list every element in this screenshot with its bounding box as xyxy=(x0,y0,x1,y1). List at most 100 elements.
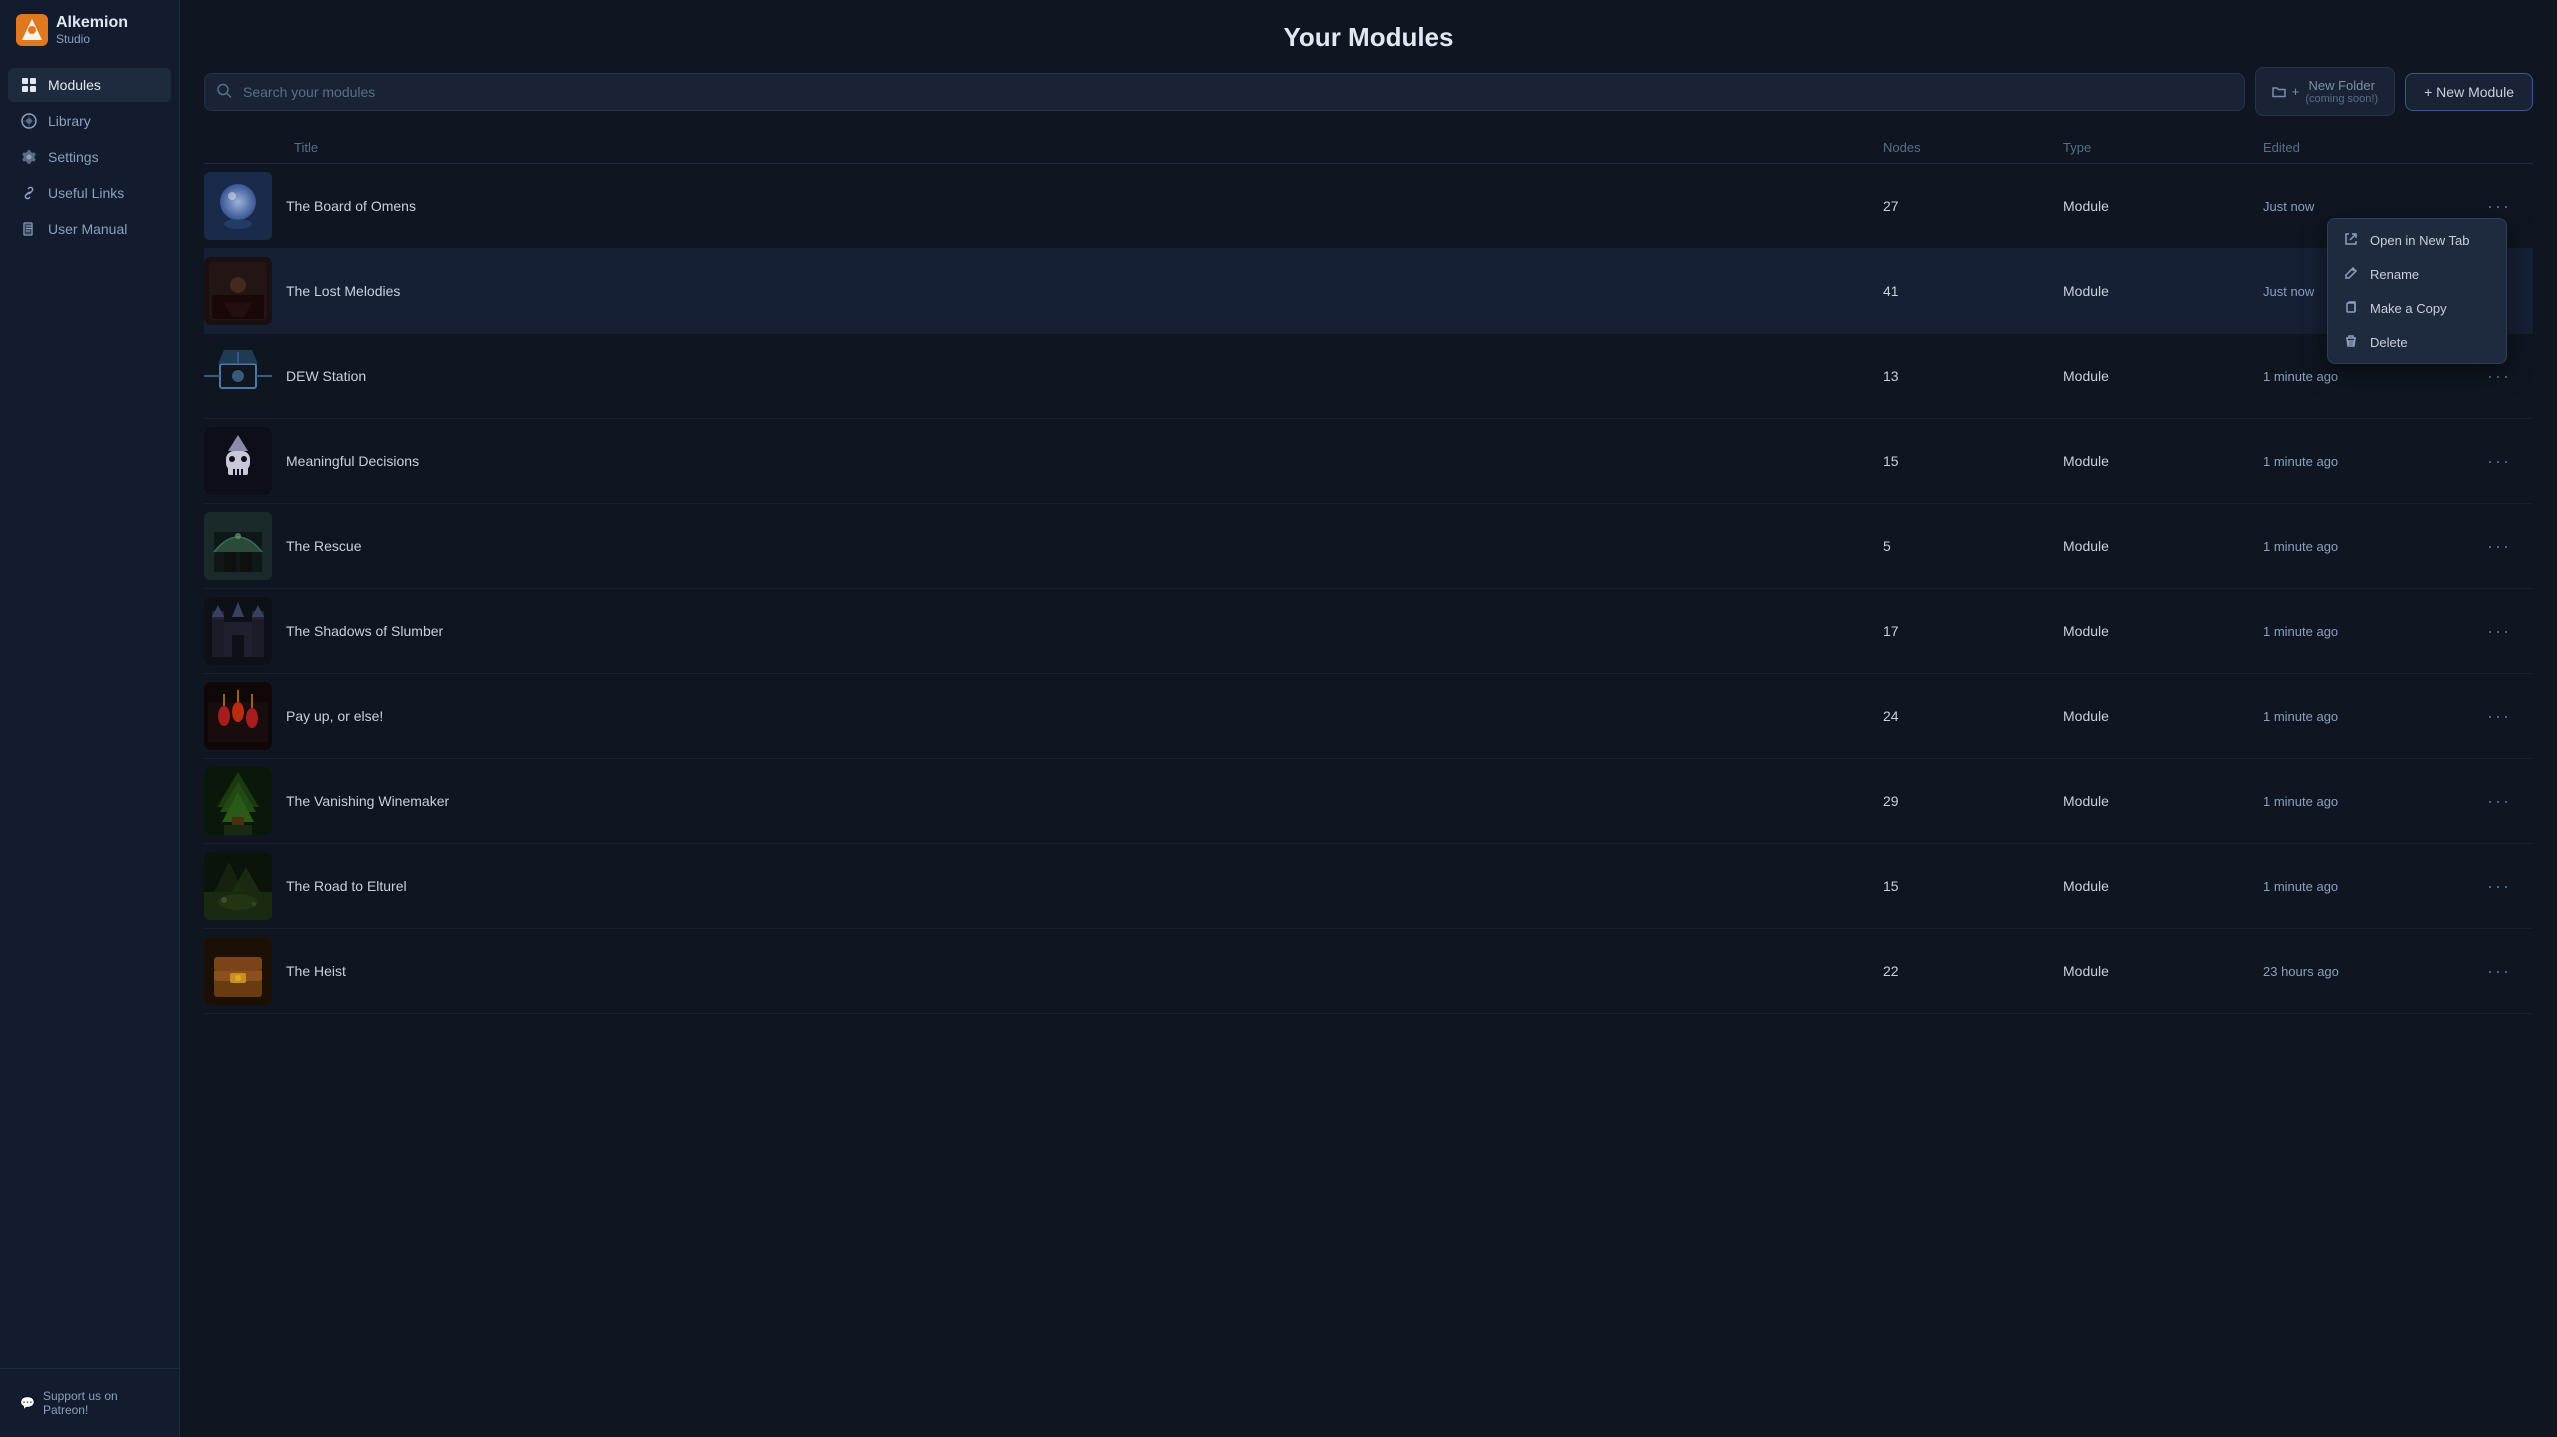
manual-icon xyxy=(20,220,38,238)
row-nodes: 15 xyxy=(1883,878,2063,894)
new-module-button[interactable]: + New Module xyxy=(2405,73,2533,111)
context-menu-delete[interactable]: Delete xyxy=(2328,325,2506,359)
row-thumbnail xyxy=(204,767,272,835)
sidebar-item-label: User Manual xyxy=(48,221,127,237)
table-row[interactable]: The Lost Melodies 41 Module Just now ··· xyxy=(204,249,2533,334)
row-menu-button[interactable]: ··· xyxy=(2483,615,2515,647)
context-rename-label: Rename xyxy=(2370,267,2419,282)
rows-container: The Board of Omens 27 Module Just now ··… xyxy=(204,164,2533,1014)
context-menu-rename[interactable]: Rename xyxy=(2328,257,2506,291)
row-menu-button[interactable]: ··· xyxy=(2483,700,2515,732)
row-edited: 23 hours ago xyxy=(2263,964,2483,979)
row-nodes: 41 xyxy=(1883,283,2063,299)
row-title: DEW Station xyxy=(286,368,366,384)
table-row[interactable]: The Board of Omens 27 Module Just now ··… xyxy=(204,164,2533,249)
row-title: The Rescue xyxy=(286,538,361,554)
sidebar-item-label: Library xyxy=(48,113,91,129)
external-link-icon xyxy=(2344,232,2360,248)
row-title: The Heist xyxy=(286,963,346,979)
row-thumbnail xyxy=(204,342,272,410)
row-menu-button[interactable]: ··· xyxy=(2483,360,2515,392)
row-edited: 1 minute ago xyxy=(2263,369,2483,384)
new-folder-icon-plus: + xyxy=(2292,84,2300,99)
copy-icon xyxy=(2344,300,2360,316)
search-container xyxy=(204,73,2245,111)
new-folder-label: New Folder xyxy=(2308,78,2374,93)
table-row[interactable]: The Road to Elturel 15 Module 1 minute a… xyxy=(204,844,2533,929)
row-edited: 1 minute ago xyxy=(2263,794,2483,809)
table-row[interactable]: The Shadows of Slumber 17 Module 1 minut… xyxy=(204,589,2533,674)
table-row[interactable]: DEW Station 13 Module 1 minute ago ··· xyxy=(204,334,2533,419)
sidebar-item-useful-links[interactable]: Useful Links xyxy=(8,176,171,210)
row-title-cell: The Lost Melodies xyxy=(204,249,1883,333)
logo-text-area: Alkemion Studio xyxy=(56,14,128,46)
row-title: Pay up, or else! xyxy=(286,708,383,724)
row-menu-button[interactable]: ··· xyxy=(2483,445,2515,477)
table-row[interactable]: The Vanishing Winemaker 29 Module 1 minu… xyxy=(204,759,2533,844)
row-title-cell: Pay up, or else! xyxy=(204,674,1883,758)
context-delete-label: Delete xyxy=(2370,335,2408,350)
table-row[interactable]: The Rescue 5 Module 1 minute ago ··· xyxy=(204,504,2533,589)
row-title: The Board of Omens xyxy=(286,198,416,214)
new-folder-sublabel: (coming soon!) xyxy=(2305,93,2378,105)
row-type: Module xyxy=(2063,368,2263,384)
new-folder-button[interactable]: + New Folder (coming soon!) xyxy=(2255,67,2395,116)
row-title: The Shadows of Slumber xyxy=(286,623,443,639)
library-icon xyxy=(20,112,38,130)
search-input[interactable] xyxy=(204,73,2245,111)
app-name: Alkemion xyxy=(56,14,128,32)
row-title: The Vanishing Winemaker xyxy=(286,793,449,809)
row-type: Module xyxy=(2063,283,2263,299)
sidebar-item-user-manual[interactable]: User Manual xyxy=(8,212,171,246)
context-open-label: Open in New Tab xyxy=(2370,233,2470,248)
table-row[interactable]: Meaningful Decisions 15 Module 1 minute … xyxy=(204,419,2533,504)
row-menu-button[interactable]: ··· xyxy=(2483,870,2515,902)
sidebar-item-modules[interactable]: Modules xyxy=(8,68,171,102)
row-thumbnail xyxy=(204,597,272,665)
logo-area: Alkemion Studio xyxy=(0,0,179,60)
context-menu-open-new-tab[interactable]: Open in New Tab xyxy=(2328,223,2506,257)
table-row[interactable]: The Heist 22 Module 23 hours ago ··· xyxy=(204,929,2533,1014)
modules-icon xyxy=(20,76,38,94)
context-menu-make-copy[interactable]: Make a Copy xyxy=(2328,291,2506,325)
row-thumbnail xyxy=(204,172,272,240)
sidebar-bottom: 💬 Support us on Patreon! xyxy=(0,1368,179,1437)
row-edited: Just now xyxy=(2263,199,2483,214)
row-type: Module xyxy=(2063,623,2263,639)
row-menu-button[interactable]: ··· xyxy=(2483,785,2515,817)
sidebar-item-settings[interactable]: Settings xyxy=(8,140,171,174)
modules-table: Title Nodes Type Edited The Board of Ome… xyxy=(180,132,2557,1437)
col-nodes: Nodes xyxy=(1883,140,2063,155)
row-thumbnail xyxy=(204,682,272,750)
settings-icon xyxy=(20,148,38,166)
context-menu: Open in New Tab Rename Make a Copy Delet… xyxy=(2327,218,2507,364)
row-type: Module xyxy=(2063,538,2263,554)
patreon-icon: 💬 xyxy=(20,1396,35,1410)
row-title: The Lost Melodies xyxy=(286,283,400,299)
row-nodes: 22 xyxy=(1883,963,2063,979)
row-type: Module xyxy=(2063,198,2263,214)
support-patreon-button[interactable]: 💬 Support us on Patreon! xyxy=(8,1381,171,1425)
row-nodes: 29 xyxy=(1883,793,2063,809)
row-nodes: 27 xyxy=(1883,198,2063,214)
sidebar: Alkemion Studio Modules xyxy=(0,0,180,1437)
col-edited: Edited xyxy=(2263,140,2483,155)
row-title: The Road to Elturel xyxy=(286,878,407,894)
row-menu-button[interactable]: ··· xyxy=(2483,955,2515,987)
row-menu-button[interactable]: ··· xyxy=(2483,530,2515,562)
row-edited: 1 minute ago xyxy=(2263,624,2483,639)
search-icon xyxy=(216,82,232,101)
row-title-cell: The Shadows of Slumber xyxy=(204,589,1883,673)
row-title-cell: The Road to Elturel xyxy=(204,844,1883,928)
sidebar-item-library[interactable]: Library xyxy=(8,104,171,138)
table-row[interactable]: Pay up, or else! 24 Module 1 minute ago … xyxy=(204,674,2533,759)
link-icon xyxy=(20,184,38,202)
row-edited: 1 minute ago xyxy=(2263,709,2483,724)
sidebar-item-label: Useful Links xyxy=(48,185,124,201)
row-type: Module xyxy=(2063,878,2263,894)
pencil-icon xyxy=(2344,266,2360,282)
sidebar-nav: Modules Library Settings xyxy=(0,60,179,1368)
row-type: Module xyxy=(2063,793,2263,809)
row-thumbnail xyxy=(204,427,272,495)
page-header: Your Modules xyxy=(180,0,2557,67)
